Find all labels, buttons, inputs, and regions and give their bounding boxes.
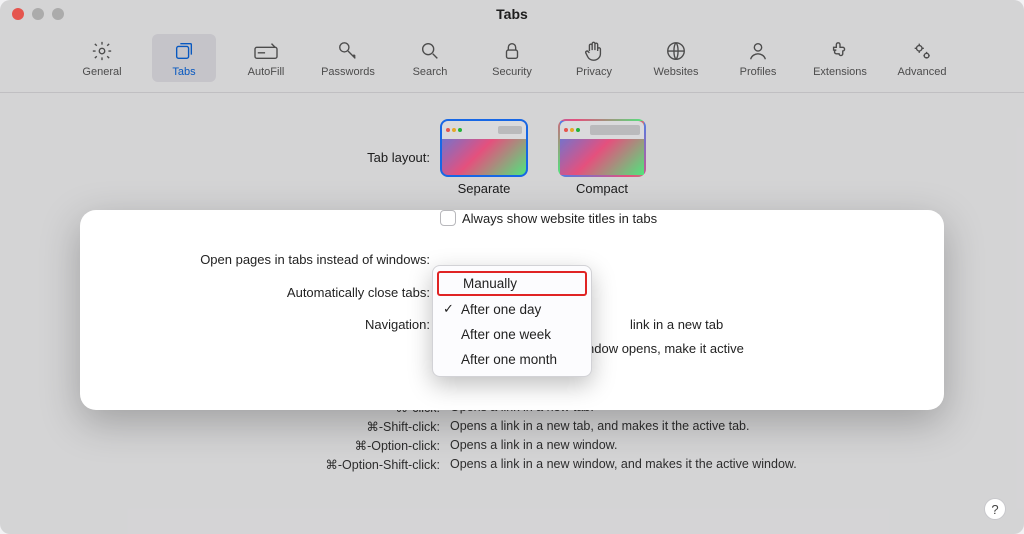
toolbar-autofill[interactable]: AutoFill <box>234 34 298 82</box>
tab-layout-compact[interactable]: Compact <box>558 119 646 196</box>
toolbar-security[interactable]: Security <box>480 34 544 82</box>
toolbar-label: Search <box>413 66 448 78</box>
preferences-window: Tabs General Tabs AutoFill Passwords Sea… <box>0 0 1024 534</box>
titlebar: Tabs <box>0 0 1024 28</box>
toolbar-passwords[interactable]: Passwords <box>316 34 380 82</box>
tab-layout-separate[interactable]: Separate <box>440 119 528 196</box>
toolbar-extensions[interactable]: Extensions <box>808 34 872 82</box>
shortcut-key: ⌘-Option-Shift-click: <box>40 457 440 472</box>
nav-open-link-label: link in a new tab <box>630 317 723 332</box>
tab-layout-label: Tab layout: <box>40 150 440 165</box>
shortcut-help: ⌘-click: Opens a link in a new tab. ⌘-Sh… <box>40 400 984 472</box>
shortcut-desc: Opens a link in a new tab, and makes it … <box>450 419 984 434</box>
toolbar-label: AutoFill <box>248 66 285 78</box>
toolbar-label: Websites <box>653 66 698 78</box>
menu-item-after-one-week[interactable]: After one week <box>433 322 591 347</box>
hand-icon <box>583 40 605 62</box>
toolbar-advanced[interactable]: Advanced <box>890 34 954 82</box>
toolbar-privacy[interactable]: Privacy <box>562 34 626 82</box>
window-title: Tabs <box>0 6 1024 22</box>
shortcut-desc: Opens a link in a new window. <box>450 438 984 453</box>
always-show-titles-label: Always show website titles in tabs <box>462 211 657 226</box>
toolbar-label: Profiles <box>740 66 777 78</box>
shortcut-key: ⌘-Shift-click: <box>40 419 440 434</box>
toolbar-label: Advanced <box>898 66 947 78</box>
gears-icon <box>911 40 933 62</box>
menu-item-manually[interactable]: Manually <box>437 271 587 296</box>
toolbar-label: General <box>82 66 121 78</box>
search-icon <box>419 40 441 62</box>
navigation-label: Navigation: <box>40 317 440 332</box>
toolbar-label: Extensions <box>813 66 867 78</box>
help-button[interactable]: ? <box>984 498 1006 520</box>
help-icon: ? <box>991 502 998 517</box>
gear-icon <box>91 40 113 62</box>
toolbar-label: Tabs <box>172 66 195 78</box>
open-pages-label: Open pages in tabs instead of windows: <box>40 252 440 267</box>
toolbar-profiles[interactable]: Profiles <box>726 34 790 82</box>
always-show-titles-checkbox[interactable] <box>440 210 456 226</box>
menu-item-after-one-month[interactable]: After one month <box>433 347 591 372</box>
puzzle-icon <box>829 40 851 62</box>
toolbar-label: Security <box>492 66 532 78</box>
tabs-icon <box>173 40 195 62</box>
menu-item-after-one-day[interactable]: After one day <box>433 297 591 322</box>
profile-icon <box>747 40 769 62</box>
globe-icon <box>665 40 687 62</box>
preview-label: Separate <box>458 181 511 196</box>
autofill-icon <box>253 40 279 62</box>
key-icon <box>337 40 359 62</box>
toolbar-label: Privacy <box>576 66 612 78</box>
preferences-toolbar: General Tabs AutoFill Passwords Search S… <box>0 28 1024 93</box>
shortcut-key: ⌘-Option-click: <box>40 438 440 453</box>
shortcut-desc: Opens a link in a new window, and makes … <box>450 457 984 472</box>
auto-close-label: Automatically close tabs: <box>40 285 440 300</box>
toolbar-websites[interactable]: Websites <box>644 34 708 82</box>
toolbar-label: Passwords <box>321 66 375 78</box>
lock-icon <box>501 40 523 62</box>
auto-close-menu: Manually After one day After one week Af… <box>432 265 592 377</box>
toolbar-general[interactable]: General <box>70 34 134 82</box>
toolbar-tabs[interactable]: Tabs <box>152 34 216 82</box>
preview-label: Compact <box>576 181 628 196</box>
toolbar-search[interactable]: Search <box>398 34 462 82</box>
